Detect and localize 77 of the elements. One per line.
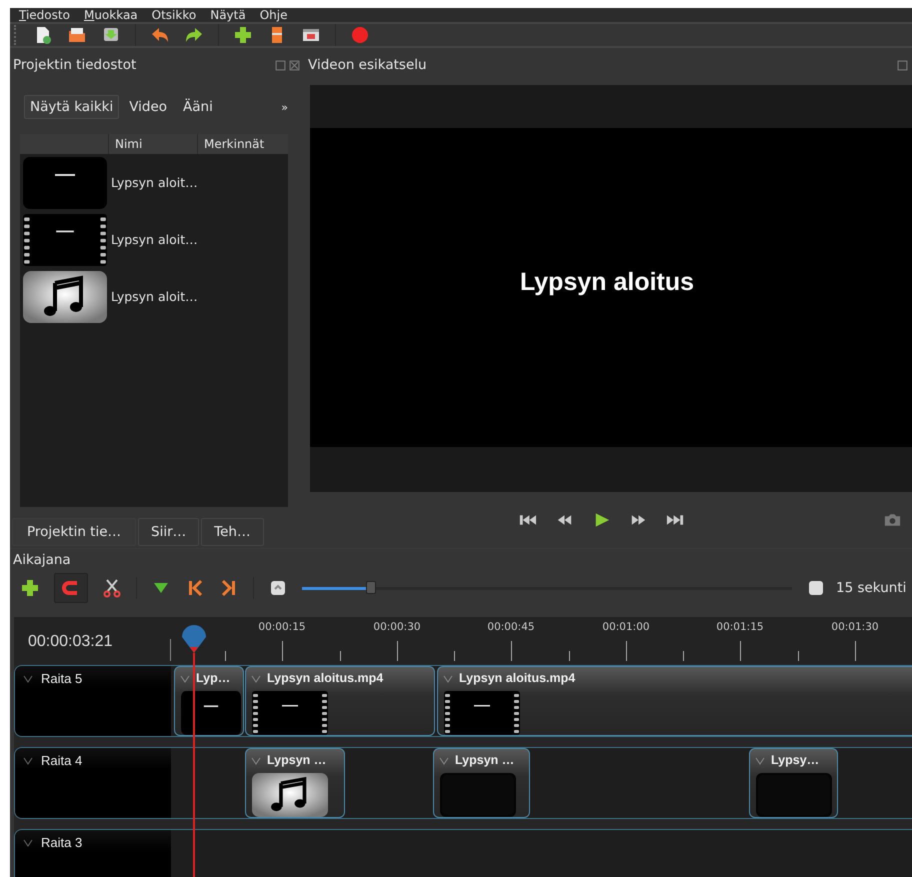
panel-title: Projektin tiedostot [13,57,136,73]
plus-icon[interactable] [20,578,40,598]
skip-end-icon[interactable] [666,513,685,527]
zoom-out-icon[interactable] [268,578,288,598]
clip-title: Lypsyn … [267,753,326,769]
clip-title: Lypsy… [771,753,820,769]
plus-icon[interactable] [233,25,253,45]
menu-item[interactable]: Tiedosto [19,8,70,22]
camera-icon[interactable] [883,513,902,527]
video-caption: Lypsyn aloitus [520,268,694,297]
slider-handle[interactable] [366,580,376,594]
timeline-clip[interactable]: Lypsyn aloitus.mp4 [245,666,435,736]
playhead-handle-icon[interactable] [180,625,208,655]
filter-tab[interactable]: Näytä kaikki [24,95,120,119]
ruler-label: 00:00:15 [257,621,307,633]
caret-icon[interactable] [23,757,33,765]
scissors-icon[interactable] [102,578,122,598]
file-name[interactable]: Lypsyn aloit… [111,175,198,190]
column-header[interactable]: Merkinnät [197,134,288,154]
panel-title: Videon esikatselu [308,57,427,73]
panel-tab[interactable]: Teh… [201,518,264,546]
music-note-icon [252,773,328,817]
caret-icon[interactable] [755,757,765,765]
file-name[interactable]: Lypsyn aloit… [111,289,198,304]
timeline-clip[interactable]: Lyp… [174,666,244,736]
caret-icon[interactable] [23,839,33,847]
zoom-label: 15 sekunti [836,580,906,596]
menu-item[interactable]: Näytä [210,8,246,22]
file-name[interactable]: Lypsyn aloit… [111,232,198,247]
music-note-icon [23,270,107,322]
float-icon[interactable] [897,60,908,70]
column-header[interactable]: Nimi [108,134,197,154]
zoom-in-icon[interactable] [806,578,826,598]
timeline-clip[interactable]: Lypsy… [749,748,838,818]
ruler-label: 00:00:30 [372,621,422,633]
caret-icon[interactable] [251,757,261,765]
fast-forward-icon[interactable] [629,513,648,527]
ruler-label: 00:01:00 [601,621,651,633]
filter-tab[interactable]: Ääni [177,95,219,119]
clip-title: Lyp… [196,671,230,687]
timeline-clip[interactable]: Lypsyn … [245,748,345,818]
more-button[interactable]: » [281,100,288,114]
snap-toggle[interactable] [54,573,88,603]
ruler-label: 00:01:15 [715,621,765,633]
clip-title: Lypsyn … [455,753,514,769]
zoom-slider[interactable] [302,580,792,596]
menu-item[interactable]: Muokkaa [84,8,138,22]
panel-tab[interactable]: Siir… [138,518,200,546]
caret-icon[interactable] [443,675,453,683]
clip-title: Lypsyn aloitus.mp4 [459,671,576,687]
timeline-clip[interactable]: Lypsyn … [433,748,530,818]
caret-icon[interactable] [23,675,33,683]
menu-item[interactable]: Ohje [260,8,288,22]
skip-start-icon[interactable] [518,513,537,527]
caret-icon[interactable] [439,757,449,765]
panel-tab[interactable]: Projektin tie… [12,518,136,546]
filter-tab[interactable]: Video [123,95,174,119]
clip-title: Lypsyn aloitus.mp4 [267,671,384,687]
close-icon[interactable] [289,60,300,70]
record-icon[interactable] [350,25,370,45]
caret-icon[interactable] [180,675,190,683]
track-header[interactable]: Raita 5 [15,666,171,736]
timecode: 00:00:03:21 [28,633,113,651]
timeline-clip[interactable]: Lypsyn aloitus.mp4 [437,666,912,736]
track-header[interactable]: Raita 4 [15,748,171,818]
track-name: Raita 4 [41,753,82,768]
track-name: Raita 5 [41,671,82,686]
ruler-label: 00:00:45 [486,621,536,633]
menu-item[interactable]: Otsikko [152,8,196,22]
ruler-label: 00:01:30 [830,621,880,633]
folder-icon[interactable] [67,25,87,45]
track-header[interactable]: Raita 3 [15,830,171,877]
float-icon[interactable] [275,60,286,70]
panel-title: Aikajana [13,552,71,568]
track-name: Raita 3 [41,835,82,850]
caret-icon[interactable] [251,675,261,683]
rewind-icon[interactable] [555,513,574,527]
